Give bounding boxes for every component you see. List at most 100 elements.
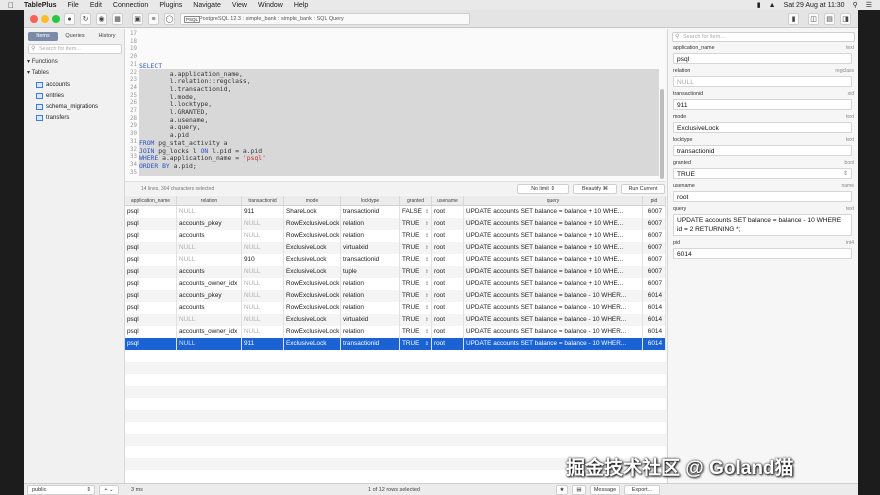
cell-pid[interactable]: 6007 [643,206,666,218]
table-row[interactable]: psql NULL 911 ShareLock transactionid FALSE ⇕ r… [125,206,666,218]
export-button[interactable]: Export... [624,485,660,495]
chevron-updown-icon[interactable]: ⇕ [425,290,429,302]
column-header-application-name[interactable]: application_name [125,196,177,206]
cell-query[interactable]: UPDATE accounts SET balance = balance - … [464,302,643,314]
table-row[interactable]: psql accounts_owner_idx NULL RowExclusiveLo… [125,278,666,290]
cell-locktype[interactable]: relation [341,302,400,314]
cell-locktype[interactable]: virtualxid [341,242,400,254]
cell-locktype[interactable]: tuple [341,266,400,278]
cell-application-name[interactable]: psql [125,266,177,278]
cell-application-name[interactable]: psql [125,326,177,338]
cell-granted[interactable]: TRUE ⇕ [400,338,432,350]
menu-help[interactable]: Help [294,2,308,9]
clock-datetime[interactable]: Sat 29 Aug at 11:30 [784,2,845,9]
menu-file[interactable]: File [68,2,79,9]
cell-transactionid[interactable]: NULL [242,242,284,254]
cell-relation[interactable]: accounts_owner_idx [177,326,242,338]
preview-icon[interactable]: ◉ [96,13,107,25]
cell-query[interactable]: UPDATE accounts SET balance = balance + … [464,218,643,230]
chevron-updown-icon[interactable]: ⇕ [425,218,429,230]
cell-mode[interactable]: ExclusiveLock [284,242,341,254]
cell-usename[interactable]: root [432,254,464,266]
chevron-updown-icon[interactable]: ⇕ [425,254,429,266]
cell-locktype[interactable]: relation [341,326,400,338]
menu-plugins[interactable]: Plugins [159,2,182,9]
cell-relation[interactable]: NULL [177,254,242,266]
field-value-pid[interactable]: 6014 [673,248,852,259]
cell-pid[interactable]: 6007 [643,254,666,266]
connection-info[interactable]: PSQL PostgreSQL 12.3 : simple_bank : sim… [180,13,470,25]
cell-usename[interactable]: root [432,278,464,290]
menu-edit[interactable]: Edit [90,2,102,9]
table-row[interactable]: psql NULL 910 ExclusiveLock transactionid TRU… [125,254,666,266]
cell-usename[interactable]: root [432,230,464,242]
tree-functions[interactable]: ▾ Functions [27,58,58,65]
pin-icon[interactable]: ★ [556,485,568,495]
table-row[interactable]: psql accounts_pkey NULL RowExclusiveLock rel… [125,218,666,230]
close-result-icon[interactable]: ▤ [572,485,586,495]
cell-application-name[interactable]: psql [125,290,177,302]
cell-mode[interactable]: ExclusiveLock [284,266,341,278]
limit-dropdown[interactable]: No limit ⇕ [517,184,569,194]
cell-pid[interactable]: 6007 [643,266,666,278]
cell-usename[interactable]: root [432,338,464,350]
cell-application-name[interactable]: psql [125,254,177,266]
menu-app-name[interactable]: TablePlus [24,2,57,9]
chevron-updown-icon[interactable]: ⇕ [843,170,848,179]
menu-view[interactable]: View [232,2,247,9]
cell-query[interactable]: UPDATE accounts SET balance = balance + … [464,266,643,278]
cell-pid[interactable]: 6014 [643,314,666,326]
field-value-query[interactable]: UPDATE accounts SET balance = balance - … [673,214,852,236]
cell-application-name[interactable]: psql [125,314,177,326]
field-value-application-name[interactable]: psql [673,53,852,64]
console-icon[interactable]: ▮ [788,13,799,25]
editor-scrollbar[interactable] [660,89,664,179]
cell-relation[interactable]: accounts [177,230,242,242]
cell-query[interactable]: UPDATE accounts SET balance = balance + … [464,242,643,254]
cell-pid[interactable]: 6014 [643,290,666,302]
table-row[interactable]: psql NULL NULL ExclusiveLock virtualxid TRUE ⇕… [125,242,666,254]
field-value-mode[interactable]: ExclusiveLock [673,122,852,133]
stack-icon[interactable]: ≡ [148,13,159,25]
field-value-transactionid[interactable]: 911 [673,99,852,110]
cell-mode[interactable]: RowExclusiveLock [284,290,341,302]
cell-granted[interactable]: TRUE ⇕ [400,314,432,326]
cell-application-name[interactable]: psql [125,206,177,218]
chevron-updown-icon[interactable]: ⇕ [425,314,429,326]
cell-query[interactable]: UPDATE accounts SET balance = balance + … [464,278,643,290]
cell-transactionid[interactable]: NULL [242,290,284,302]
cell-application-name[interactable]: psql [125,230,177,242]
column-header-transactionid[interactable]: transactionid [242,196,284,206]
cell-pid[interactable]: 6007 [643,218,666,230]
database-icon[interactable]: ◯ [164,13,175,25]
column-header-pid[interactable]: pid [643,196,666,206]
cell-mode[interactable]: RowExclusiveLock [284,302,341,314]
close-window-button[interactable] [30,15,38,23]
run-current-button[interactable]: Run Current [621,184,665,194]
column-header-query[interactable]: query [464,196,643,206]
menu-window[interactable]: Window [258,2,283,9]
cell-locktype[interactable]: transactionid [341,338,400,350]
chevron-updown-icon[interactable]: ⇕ [425,326,429,338]
cell-application-name[interactable]: psql [125,302,177,314]
control-center-icon[interactable]: ☰ [866,1,872,9]
cell-pid[interactable]: 6014 [643,326,666,338]
beautify-button[interactable]: Beautify ⌘ [573,184,617,194]
cell-transactionid[interactable]: NULL [242,218,284,230]
cell-transactionid[interactable]: 911 [242,338,284,350]
cell-query[interactable]: UPDATE accounts SET balance = balance + … [464,230,643,242]
cell-usename[interactable]: root [432,314,464,326]
chevron-updown-icon[interactable]: ⇕ [425,230,429,242]
cell-relation[interactable]: NULL [177,242,242,254]
cell-usename[interactable]: root [432,242,464,254]
new-tab-icon[interactable]: ▦ [112,13,123,25]
toggle-console-icon[interactable]: ▤ [824,13,835,25]
cell-granted[interactable]: TRUE ⇕ [400,230,432,242]
table-row[interactable]: psql accounts_owner_idx NULL RowExclusiveLo… [125,326,666,338]
cell-transactionid[interactable]: NULL [242,314,284,326]
sidebar-item-schema-migrations[interactable]: schema_migrations [36,102,98,112]
cell-mode[interactable]: RowExclusiveLock [284,326,341,338]
table-row[interactable]: psql accounts NULL RowExclusiveLock relation… [125,302,666,314]
cell-locktype[interactable]: relation [341,278,400,290]
cell-application-name[interactable]: psql [125,242,177,254]
